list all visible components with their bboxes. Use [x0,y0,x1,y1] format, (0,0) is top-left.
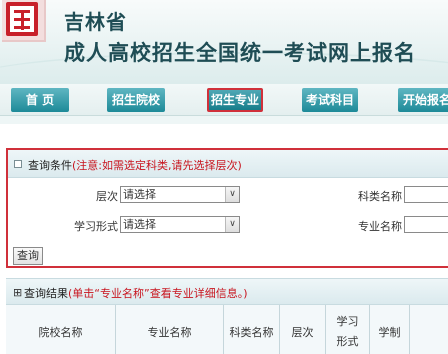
col-level: 层次 [280,305,326,354]
nav-register[interactable]: 开始报名 [398,88,448,112]
major-input[interactable] [404,216,448,233]
results-header: ⊞ 查询结果(单击“专业名称”查看专业详细信息。) [6,279,448,305]
nav-schools[interactable]: 招生院校 [107,88,165,112]
query-panel: 查询条件(注意:如需选定科类,请先选择层次) 层次 请选择 ∨ 学习形式 请选择… [6,148,448,268]
results-title: 查询结果 [24,287,68,300]
query-title: 查询条件 [28,159,72,172]
study-form-label: 学习形式 [74,220,118,233]
results-note: (单击“专业名称”查看专业详细信息。) [68,287,248,300]
query-note: (注意:如需选定科类,请先选择层次) [72,159,242,172]
dropdown-arrow-icon[interactable]: ∨ [225,217,239,232]
level-select[interactable]: 请选择 ∨ [120,186,240,203]
nav-home[interactable]: 首 页 [11,88,69,112]
col-category-name: 科类名称 [224,305,280,354]
site-title-main: 成人高校招生全国统一考试网上报名 [64,40,416,65]
col-study-form: 学习 形式 [326,305,370,354]
major-label: 专业名称 [358,220,402,233]
col-study-form-line2: 形式 [336,335,359,348]
study-form-select[interactable]: 请选择 ∨ [120,216,240,233]
results-table-header: 院校名称 专业名称 科类名称 层次 学习 形式 学制 [6,305,448,354]
query-button[interactable]: 查询 [13,247,43,265]
col-study-form-line1: 学习 [336,315,359,328]
category-label: 科类名称 [358,190,402,203]
expand-icon[interactable]: ⊞ [13,286,22,299]
col-major-name: 专业名称 [116,305,224,354]
logo [2,0,46,42]
seal-icon [6,2,38,36]
nav-subjects[interactable]: 考试科目 [302,88,358,112]
level-select-value: 请选择 [123,188,156,201]
nav-divider [0,116,448,124]
results-panel: ⊞ 查询结果(单击“专业名称”查看专业详细信息。) 院校名称 专业名称 科类名称… [6,278,448,354]
query-panel-header: 查询条件(注意:如需选定科类,请先选择层次) [8,150,448,178]
col-school-name: 院校名称 [6,305,116,354]
category-input[interactable] [404,186,448,203]
main-nav: 首 页 招生院校 招生专业 考试科目 开始报名 [0,84,448,116]
dropdown-arrow-icon[interactable]: ∨ [225,187,239,202]
nav-majors[interactable]: 招生专业 [207,88,263,112]
square-icon [14,160,22,168]
col-duration: 学制 [370,305,410,354]
site-title-province: 吉林省 [64,10,127,34]
site-header: 吉林省 成人高校招生全国统一考试网上报名 [0,0,448,84]
study-form-select-value: 请选择 [123,218,156,231]
level-label: 层次 [96,190,118,203]
